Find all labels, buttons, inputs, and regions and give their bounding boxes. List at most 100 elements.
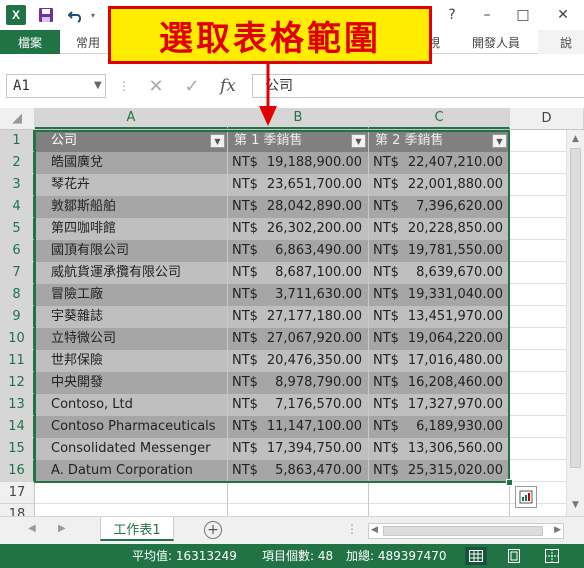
- q1-sales-cell[interactable]: NT$ 6,863,490.00: [228, 240, 369, 262]
- fx-icon[interactable]: fx: [214, 74, 242, 98]
- chevron-down-icon[interactable]: ▼: [94, 74, 102, 98]
- scroll-left-icon[interactable]: ◀: [371, 525, 378, 535]
- status-count[interactable]: 項目個數: 48: [262, 544, 333, 568]
- q2-sales-cell[interactable]: NT$ 22,001,880.00: [369, 174, 510, 196]
- row-header[interactable]: 14: [0, 416, 35, 438]
- column-header-c[interactable]: C: [369, 108, 510, 129]
- company-cell[interactable]: 敦鄒斯船舶: [35, 196, 228, 218]
- sheet-nav-left-icon[interactable]: ◀: [28, 523, 36, 534]
- cell[interactable]: [228, 482, 369, 504]
- q1-sales-cell[interactable]: NT$ 23,651,700.00: [228, 174, 369, 196]
- q2-sales-cell[interactable]: NT$ 17,016,480.00: [369, 350, 510, 372]
- scroll-down-icon[interactable]: ▼: [567, 498, 584, 512]
- filter-dropdown-icon[interactable]: ▼: [210, 134, 225, 148]
- row-header[interactable]: 11: [0, 350, 35, 372]
- company-cell[interactable]: 世邦保險: [35, 350, 228, 372]
- q2-sales-cell[interactable]: NT$ 22,407,210.00: [369, 152, 510, 174]
- q1-sales-cell[interactable]: NT$ 19,188,900.00: [228, 152, 369, 174]
- q2-sales-cell[interactable]: NT$ 25,315,020.00: [369, 460, 510, 482]
- row-header[interactable]: 16: [0, 460, 35, 482]
- formula-bar-handle[interactable]: ⋮: [118, 74, 130, 98]
- row-header[interactable]: 3: [0, 174, 35, 196]
- undo-icon[interactable]: [66, 4, 86, 26]
- page-break-icon[interactable]: [541, 547, 563, 565]
- company-cell[interactable]: A. Datum Corporation: [35, 460, 228, 482]
- q1-sales-cell[interactable]: NT$ 8,978,790.00: [228, 372, 369, 394]
- column-header-b[interactable]: B: [228, 108, 369, 129]
- status-average[interactable]: 平均值: 16313249: [132, 544, 237, 568]
- company-cell[interactable]: 皓國廣兌: [35, 152, 228, 174]
- q1-sales-cell[interactable]: NT$ 17,394,750.00: [228, 438, 369, 460]
- filter-dropdown-icon[interactable]: ▼: [492, 134, 507, 148]
- q1-sales-cell[interactable]: NT$ 5,863,470.00: [228, 460, 369, 482]
- q2-sales-cell[interactable]: NT$ 13,451,970.00: [369, 306, 510, 328]
- add-sheet-icon[interactable]: +: [204, 521, 222, 539]
- minimize-button[interactable]: –: [470, 4, 504, 26]
- scroll-right-icon[interactable]: ▶: [554, 525, 561, 535]
- header-cell-q1[interactable]: 第 1 季銷售 ▼: [228, 130, 369, 152]
- row-header[interactable]: 17: [0, 482, 35, 504]
- quick-analysis-icon[interactable]: [515, 486, 537, 508]
- q2-sales-cell[interactable]: NT$ 19,331,040.00: [369, 284, 510, 306]
- header-cell-q2[interactable]: 第 2 季銷售 ▼: [369, 130, 510, 152]
- enter-icon[interactable]: ✓: [178, 74, 206, 98]
- tab-split-handle[interactable]: ⋮: [346, 522, 358, 536]
- fill-handle[interactable]: [506, 479, 513, 486]
- row-header[interactable]: 13: [0, 394, 35, 416]
- help-icon[interactable]: ?: [440, 4, 464, 26]
- row-header[interactable]: 5: [0, 218, 35, 240]
- company-cell[interactable]: 威航貨運承攬有限公司: [35, 262, 228, 284]
- cell[interactable]: [35, 482, 228, 504]
- column-header-a[interactable]: A: [35, 108, 228, 129]
- tab-home[interactable]: 常用: [76, 30, 100, 54]
- vertical-scroll-thumb[interactable]: [570, 148, 581, 468]
- row-header[interactable]: 9: [0, 306, 35, 328]
- name-box[interactable]: A1: [6, 74, 106, 98]
- q2-sales-cell[interactable]: NT$ 8,639,670.00: [369, 262, 510, 284]
- row-header[interactable]: 15: [0, 438, 35, 460]
- company-cell[interactable]: Consolidated Messenger: [35, 438, 228, 460]
- sheet-tab-1[interactable]: 工作表1: [100, 517, 174, 541]
- row-header[interactable]: 2: [0, 152, 35, 174]
- company-cell[interactable]: 國頂有限公司: [35, 240, 228, 262]
- restore-button[interactable]: □: [506, 4, 540, 26]
- row-header[interactable]: 4: [0, 196, 35, 218]
- close-button[interactable]: ✕: [546, 4, 580, 26]
- select-all-corner[interactable]: ◢: [0, 108, 35, 129]
- q2-sales-cell[interactable]: NT$ 17,327,970.00: [369, 394, 510, 416]
- q1-sales-cell[interactable]: NT$ 27,067,920.00: [228, 328, 369, 350]
- scroll-up-icon[interactable]: ▲: [567, 132, 584, 146]
- q1-sales-cell[interactable]: NT$ 27,177,180.00: [228, 306, 369, 328]
- q1-sales-cell[interactable]: NT$ 3,711,630.00: [228, 284, 369, 306]
- tab-file[interactable]: 檔案: [0, 30, 60, 54]
- q2-sales-cell[interactable]: NT$ 16,208,460.00: [369, 372, 510, 394]
- company-cell[interactable]: 立特微公司: [35, 328, 228, 350]
- company-cell[interactable]: Contoso, Ltd: [35, 394, 228, 416]
- q1-sales-cell[interactable]: NT$ 8,687,100.00: [228, 262, 369, 284]
- row-header[interactable]: 7: [0, 262, 35, 284]
- row-header[interactable]: 6: [0, 240, 35, 262]
- q1-sales-cell[interactable]: NT$ 28,042,890.00: [228, 196, 369, 218]
- horizontal-scrollbar[interactable]: ◀ ▶: [368, 523, 564, 539]
- column-header-d[interactable]: D: [510, 108, 584, 129]
- header-cell-company[interactable]: 公司 ▼: [35, 130, 228, 152]
- q1-sales-cell[interactable]: NT$ 26,302,200.00: [228, 218, 369, 240]
- cancel-icon[interactable]: ✕: [142, 74, 170, 98]
- company-cell[interactable]: 第四咖啡館: [35, 218, 228, 240]
- row-header[interactable]: 1: [0, 130, 35, 152]
- q1-sales-cell[interactable]: NT$ 11,147,100.00: [228, 416, 369, 438]
- company-cell[interactable]: 琴花卉: [35, 174, 228, 196]
- q2-sales-cell[interactable]: NT$ 7,396,620.00: [369, 196, 510, 218]
- row-header[interactable]: 8: [0, 284, 35, 306]
- formula-input[interactable]: 公司: [252, 74, 584, 98]
- company-cell[interactable]: Contoso Pharmaceuticals: [35, 416, 228, 438]
- company-cell[interactable]: 中央開發: [35, 372, 228, 394]
- company-cell[interactable]: 宇葵雜誌: [35, 306, 228, 328]
- status-sum[interactable]: 加總: 489397470: [346, 544, 447, 568]
- undo-dropdown-icon[interactable]: ▾: [88, 4, 98, 26]
- page-layout-icon[interactable]: [503, 547, 525, 565]
- save-icon[interactable]: [36, 4, 56, 26]
- sheet-nav-right-icon[interactable]: ▶: [58, 523, 66, 534]
- filter-dropdown-icon[interactable]: ▼: [351, 134, 366, 148]
- horizontal-scroll-thumb[interactable]: [383, 526, 543, 536]
